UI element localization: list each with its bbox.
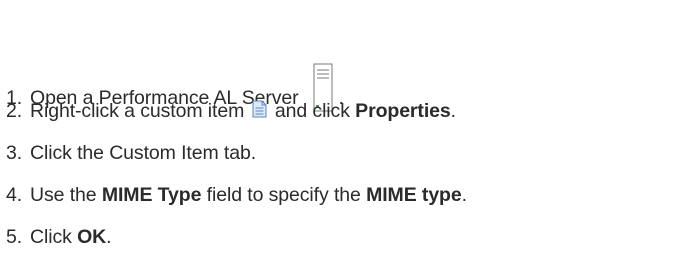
- step-trailing: .: [106, 226, 112, 248]
- step-text-after: and click: [274, 100, 350, 122]
- ok-label: OK: [77, 226, 107, 248]
- step-trailing: .: [461, 184, 467, 206]
- step-text-middle: field to specify the: [206, 184, 361, 206]
- step-number: 5.: [6, 226, 23, 248]
- step-number: 2.: [6, 100, 23, 122]
- mime-type-field-label: MIME Type: [101, 184, 202, 206]
- step-number: 4.: [6, 184, 23, 206]
- instruction-steps: 1. Open a Performance AL Server . 2. Right…: [0, 0, 677, 253]
- step-5: 5. Click OK.: [6, 225, 112, 249]
- custom-item-document-icon: [252, 100, 267, 118]
- step-trailing: .: [450, 100, 456, 122]
- properties-label: Properties: [355, 100, 451, 122]
- step-text-before: Use the: [30, 184, 97, 206]
- step-text: Click the Custom Item tab.: [30, 142, 257, 164]
- step-4: 4. Use the MIME Type field to specify the…: [6, 183, 467, 207]
- step-number: 3.: [6, 142, 23, 164]
- step-text-before: Click: [30, 226, 72, 248]
- mime-type-term: MIME type: [366, 184, 462, 206]
- step-3: 3. Click the Custom Item tab.: [6, 141, 256, 165]
- step-2: 2. Right-click a custom item and click Pr…: [6, 99, 456, 123]
- step-text-before: Right-click a custom item: [30, 100, 245, 122]
